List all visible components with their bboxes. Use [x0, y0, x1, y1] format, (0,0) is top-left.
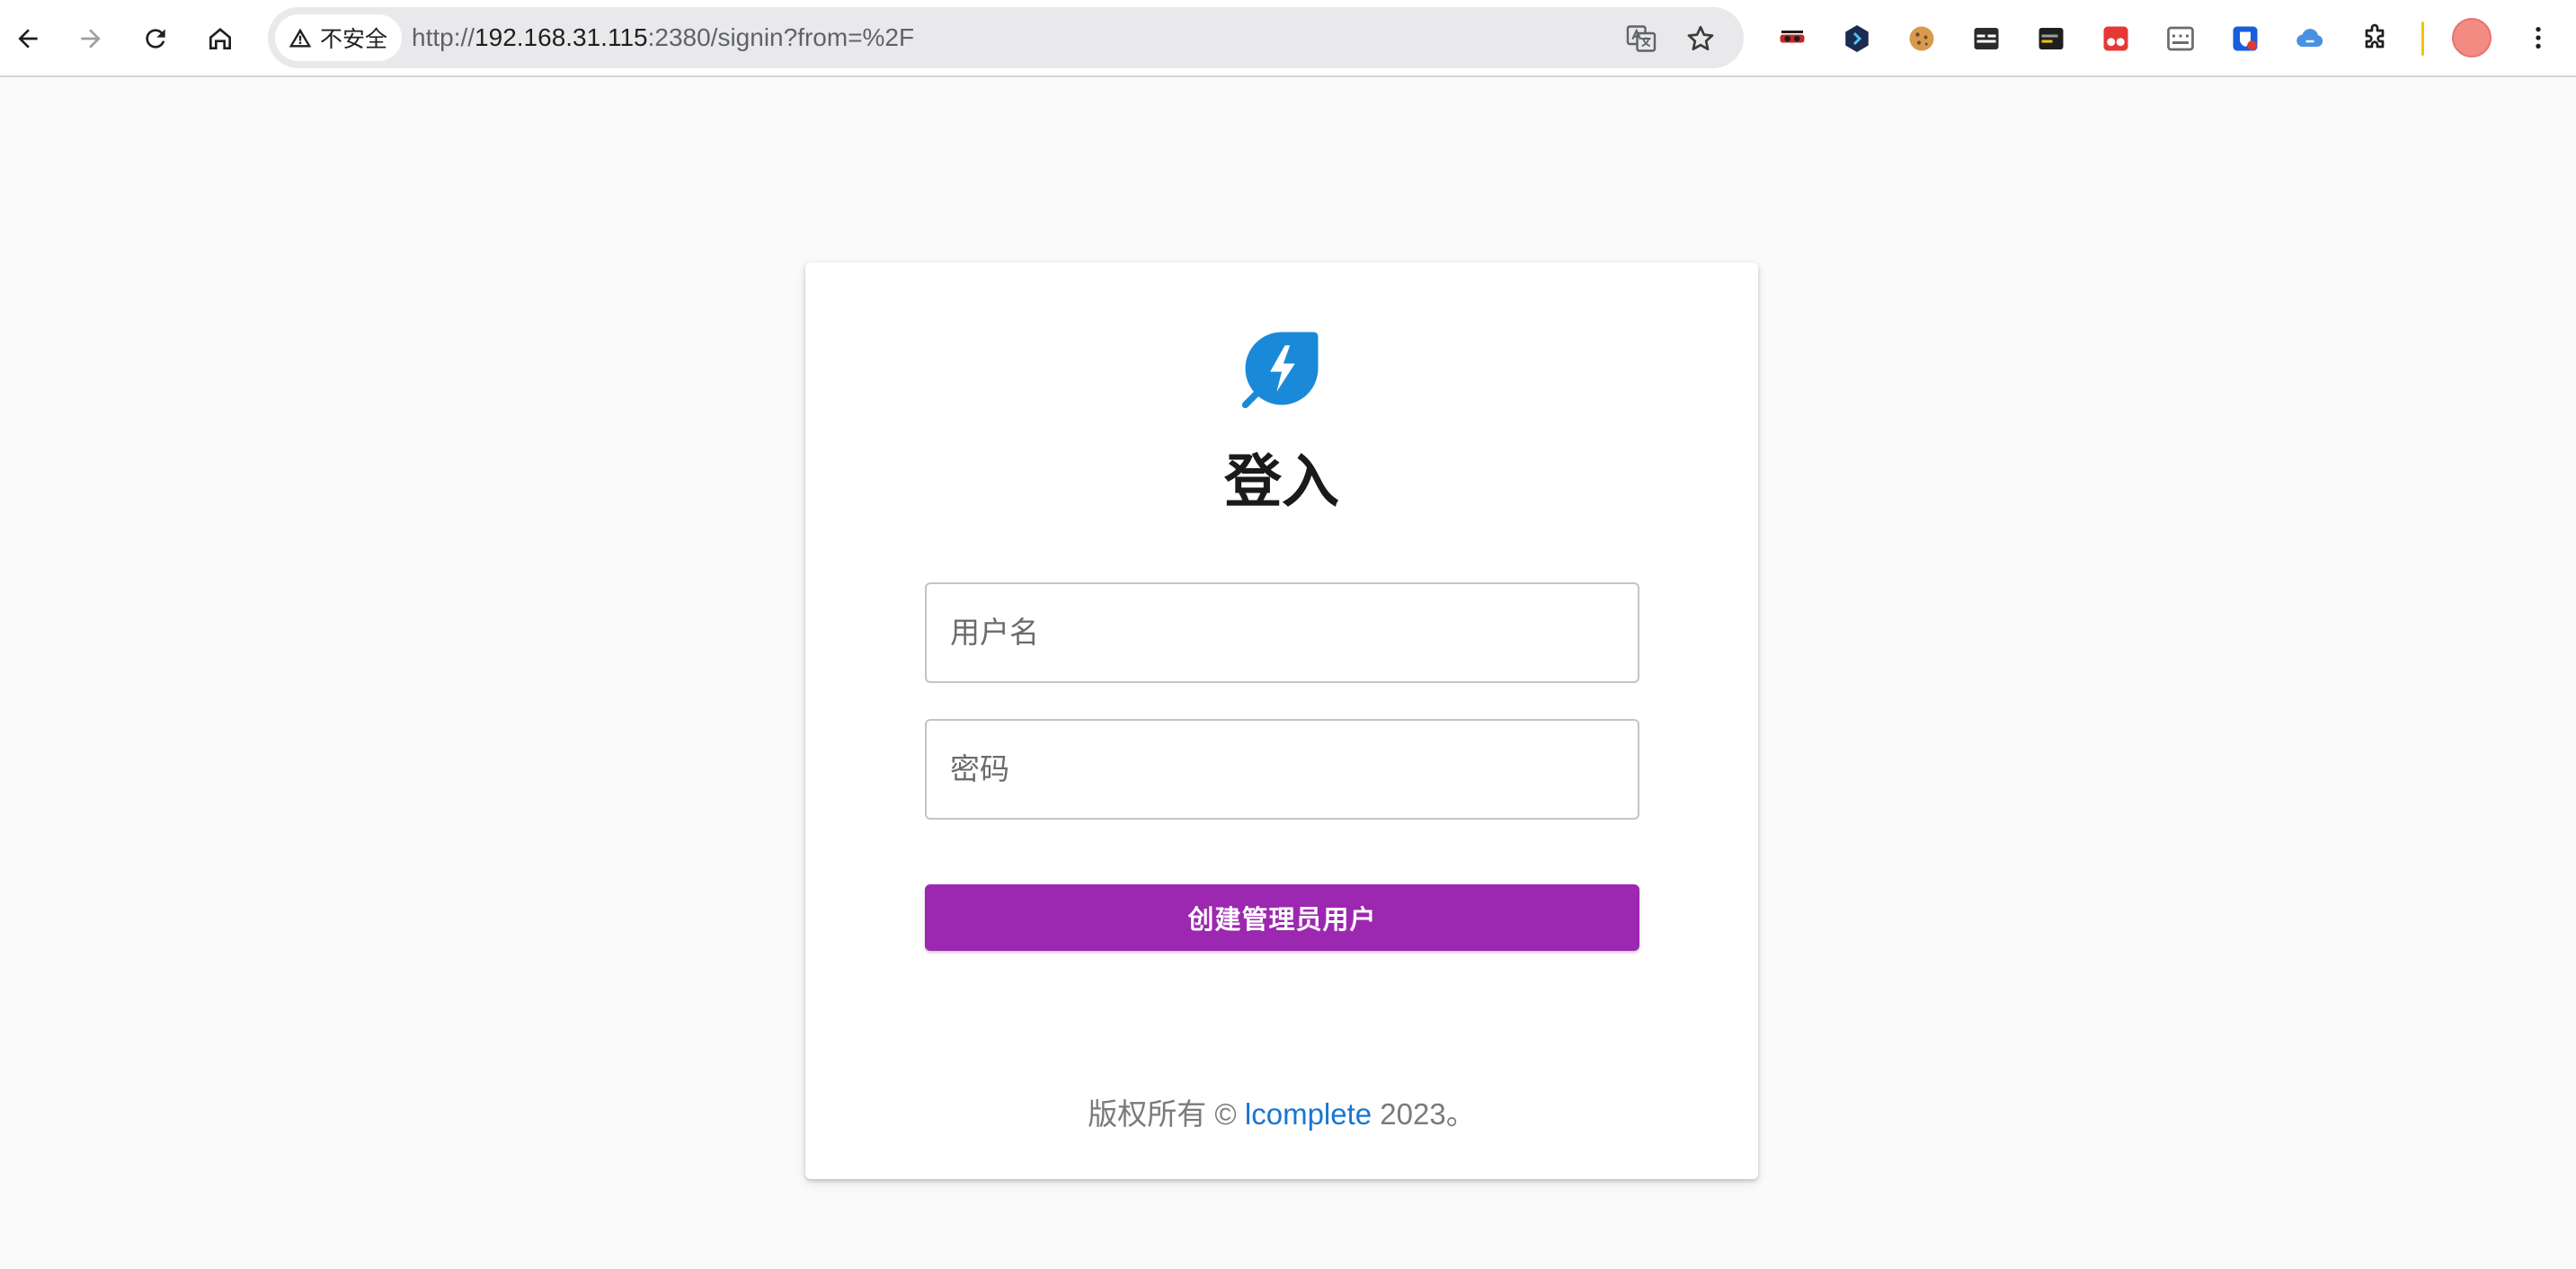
- extension-cookie[interactable]: [1902, 19, 1941, 58]
- url-scheme: http://: [412, 23, 475, 51]
- copyright-suffix: 2023。: [1372, 1097, 1476, 1131]
- leaf-bolt-logo-icon: [1241, 332, 1319, 409]
- mask-icon: [1780, 31, 1805, 43]
- forward-button[interactable]: [67, 14, 115, 63]
- extension-keyboard[interactable]: [2161, 19, 2200, 58]
- grid-icon: [2103, 26, 2128, 51]
- translate-icon[interactable]: [1625, 22, 1657, 55]
- back-button[interactable]: [4, 14, 52, 63]
- brand-link[interactable]: lcomplete: [1245, 1097, 1372, 1131]
- reload-button[interactable]: [131, 14, 180, 63]
- copyright-footer: 版权所有 © lcomplete 2023。: [805, 1095, 1758, 1134]
- home-icon: [209, 28, 231, 49]
- extension-cloud[interactable]: [2290, 19, 2330, 58]
- home-button[interactable]: [196, 14, 244, 63]
- security-chip[interactable]: 不安全: [275, 14, 403, 61]
- security-label: 不安全: [320, 27, 388, 52]
- url-path: :2380/signin?from=%2F: [647, 23, 915, 51]
- extension-red-grid[interactable]: [2096, 19, 2136, 58]
- arrow-right-icon: [81, 29, 101, 49]
- keyboard-icon: [2167, 26, 2194, 51]
- page-title: 登入: [1224, 449, 1339, 514]
- toolbar-divider: [2421, 22, 2424, 56]
- puzzle-icon: [2365, 23, 2385, 49]
- address-bar[interactable]: 不安全 http://192.168.31.115:2380/signin?fr…: [268, 7, 1744, 68]
- extension-disguise[interactable]: [1772, 19, 1812, 58]
- hexagon-icon: [1845, 25, 1869, 52]
- extension-window-dark[interactable]: [1967, 19, 2006, 58]
- extension-terminal[interactable]: [2031, 19, 2071, 58]
- warning-icon: [289, 28, 312, 48]
- window-icon: [1974, 28, 1999, 49]
- create-admin-button[interactable]: 创建管理员用户: [925, 884, 1639, 951]
- arrow-left-icon: [18, 29, 38, 49]
- cloud-icon: [2296, 29, 2323, 48]
- password-input[interactable]: [925, 719, 1639, 820]
- url-text[interactable]: http://192.168.31.115:2380/signin?from=%…: [412, 7, 914, 68]
- star-icon[interactable]: [1684, 22, 1717, 55]
- copyright-prefix: 版权所有 ©: [1088, 1097, 1245, 1131]
- extension-hexagon[interactable]: [1837, 19, 1877, 58]
- more-vertical-icon: [2536, 27, 2541, 49]
- browser-menu-button[interactable]: [2518, 18, 2558, 58]
- username-input[interactable]: [925, 582, 1639, 683]
- browser-toolbar: 不安全 http://192.168.31.115:2380/signin?fr…: [0, 0, 2576, 77]
- shield-icon: [2233, 26, 2258, 51]
- url-host: 192.168.31.115: [475, 23, 648, 51]
- reload-icon: [146, 29, 165, 49]
- extension-bitwarden[interactable]: [2225, 19, 2265, 58]
- extensions-button[interactable]: [2355, 19, 2394, 58]
- terminal-icon: [2039, 28, 2064, 49]
- signin-card: 登入 创建管理员用户 版权所有 © lcomplete 2023。: [805, 262, 1758, 1179]
- cookie-icon: [1909, 26, 1934, 51]
- profile-avatar[interactable]: [2452, 18, 2492, 58]
